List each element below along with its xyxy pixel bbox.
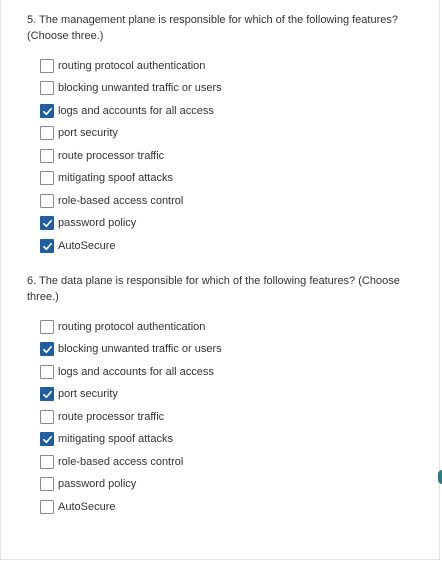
checkbox[interactable]: [40, 59, 54, 73]
checkbox[interactable]: [40, 365, 54, 379]
option-checkbox-item[interactable]: blocking unwanted traffic or users: [40, 341, 222, 357]
checkmark-icon: [42, 242, 52, 250]
option-checkbox-item[interactable]: logs and accounts for all access: [40, 364, 214, 380]
option-label: AutoSecure: [58, 501, 116, 513]
checkbox[interactable]: [40, 342, 54, 356]
scroll-indicator[interactable]: [438, 470, 442, 484]
option-checkbox-item[interactable]: AutoSecure: [40, 238, 115, 254]
option-label: role-based access control: [58, 195, 184, 207]
option-checkbox-item[interactable]: route processor traffic: [40, 148, 164, 164]
option-label: blocking unwanted traffic or users: [58, 82, 222, 94]
option-checkbox-item[interactable]: blocking unwanted traffic or users: [40, 80, 222, 96]
checkbox[interactable]: [40, 149, 54, 163]
option-label: role-based access control: [58, 456, 184, 468]
option-checkbox-item[interactable]: password policy: [40, 476, 136, 492]
checkmark-icon: [42, 390, 52, 398]
checkbox[interactable]: [40, 126, 54, 140]
checkmark-icon: [42, 107, 52, 115]
option-checkbox-item[interactable]: password policy: [40, 215, 136, 231]
checkmark-icon: [42, 219, 52, 227]
checkbox[interactable]: [40, 239, 54, 253]
checkbox[interactable]: [40, 104, 54, 118]
checkbox[interactable]: [40, 410, 54, 424]
option-checkbox-item[interactable]: role-based access control: [40, 454, 183, 470]
option-label: logs and accounts for all access: [58, 105, 214, 117]
option-label: port security: [58, 388, 118, 400]
checkbox[interactable]: [40, 194, 54, 208]
checkmark-icon: [42, 345, 52, 353]
checkbox[interactable]: [40, 432, 54, 446]
question-prompt: The data plane is responsible for which …: [27, 275, 400, 303]
checkbox[interactable]: [40, 455, 54, 469]
quiz-card: 5. The management plane is responsible f…: [0, 0, 440, 560]
option-checkbox-item[interactable]: routing protocol authentication: [40, 319, 205, 335]
checkbox[interactable]: [40, 320, 54, 334]
question-text: 5. The management plane is responsible f…: [27, 13, 412, 44]
option-label: route processor traffic: [58, 150, 165, 162]
checkbox[interactable]: [40, 171, 54, 185]
option-checkbox-item[interactable]: route processor traffic: [40, 409, 164, 425]
option-checkbox-item[interactable]: mitigating spoof attacks: [40, 431, 173, 447]
checkbox[interactable]: [40, 387, 54, 401]
option-checkbox-item[interactable]: logs and accounts for all access: [40, 103, 214, 119]
checkbox[interactable]: [40, 500, 54, 514]
option-checkbox-item[interactable]: role-based access control: [40, 193, 183, 209]
option-label: AutoSecure: [58, 240, 116, 252]
option-checkbox-item[interactable]: mitigating spoof attacks: [40, 170, 173, 186]
option-checkbox-item[interactable]: routing protocol authentication: [40, 58, 205, 74]
option-label: routing protocol authentication: [58, 60, 206, 72]
checkbox[interactable]: [40, 477, 54, 491]
question-text: 6. The data plane is responsible for whi…: [27, 274, 412, 305]
option-checkbox-item[interactable]: port security: [40, 386, 118, 402]
option-label: password policy: [58, 217, 137, 229]
checkbox[interactable]: [40, 216, 54, 230]
option-label: routing protocol authentication: [58, 321, 206, 333]
option-label: mitigating spoof attacks: [58, 433, 173, 445]
checkbox[interactable]: [40, 81, 54, 95]
question-number: 6.: [27, 275, 37, 287]
option-label: route processor traffic: [58, 411, 165, 423]
option-label: blocking unwanted traffic or users: [58, 343, 222, 355]
option-label: port security: [58, 127, 118, 139]
option-checkbox-item[interactable]: AutoSecure: [40, 499, 115, 515]
option-label: mitigating spoof attacks: [58, 172, 173, 184]
option-label: password policy: [58, 478, 137, 490]
option-checkbox-item[interactable]: port security: [40, 125, 118, 141]
question-prompt: The management plane is responsible for …: [27, 14, 398, 42]
checkmark-icon: [42, 435, 52, 443]
option-label: logs and accounts for all access: [58, 366, 214, 378]
question-number: 5.: [27, 14, 37, 26]
